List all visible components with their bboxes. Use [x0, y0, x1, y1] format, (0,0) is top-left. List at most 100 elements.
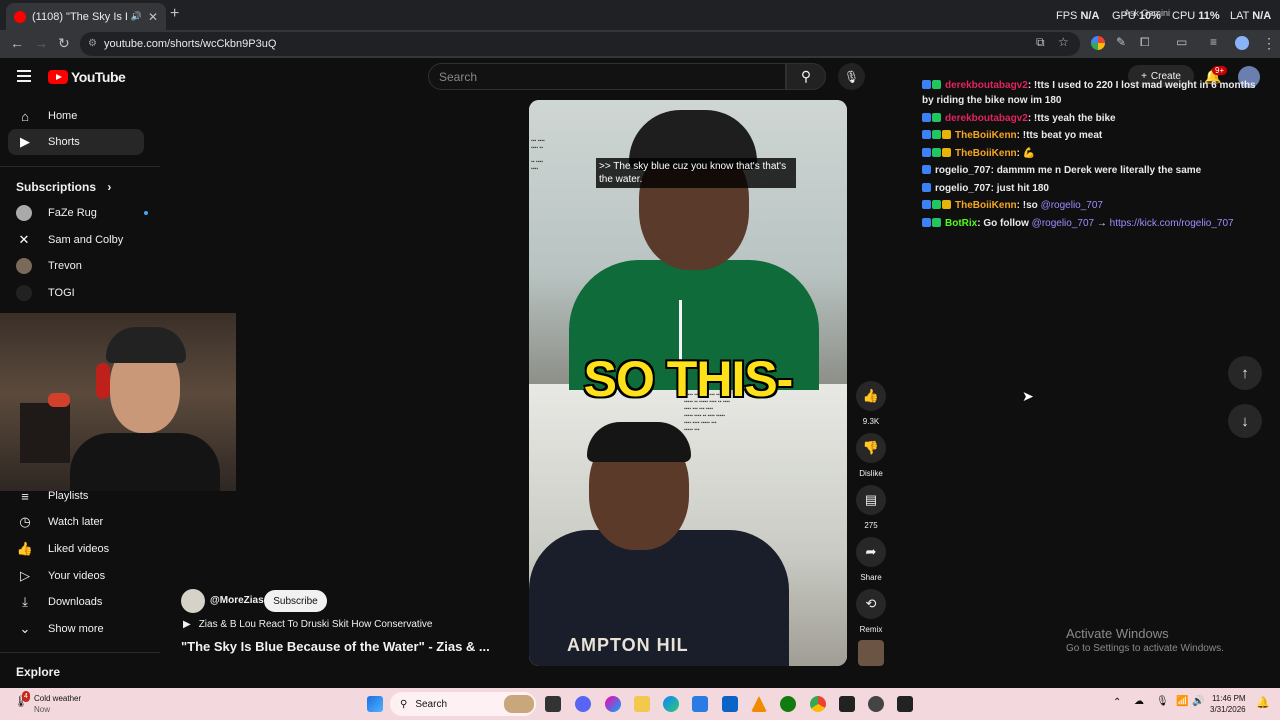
- new-tab-icon[interactable]: +: [170, 5, 179, 23]
- subscribe-button[interactable]: Subscribe: [264, 590, 327, 612]
- youtube-logo[interactable]: YouTube: [48, 69, 126, 85]
- next-video-button[interactable]: ↓: [1228, 404, 1262, 438]
- video-shirt-text: AMPTON HIL: [567, 635, 689, 655]
- video-bg-notes: ▪▪▪ ▪▪▪▪ ▪▪▪▪ ▪▪ ▪▪ ▪▪▪▪ ▪▪▪▪: [531, 138, 545, 172]
- tray-overflow-icon[interactable]: ⌃: [1113, 697, 1121, 708]
- voice-search-button[interactable]: 🎙: [838, 63, 865, 90]
- xbox-icon[interactable]: [780, 696, 796, 712]
- task-view-icon[interactable]: [545, 696, 561, 712]
- notification-count-badge: 9+: [1212, 66, 1228, 75]
- chat-mention[interactable]: @rogelio_707: [1032, 218, 1094, 229]
- chat-username[interactable]: TheBoiiKenn: [955, 148, 1017, 159]
- sidebar-item-liked-videos[interactable]: 👍 Liked videos: [8, 536, 144, 562]
- browser-menu-icon[interactable]: ⋮: [1262, 35, 1276, 52]
- chat-username[interactable]: rogelio_707: [935, 183, 991, 194]
- cloud-icon[interactable]: ☁: [1134, 696, 1144, 707]
- subscription-togi[interactable]: TOGI: [16, 285, 75, 301]
- chat-message: TheBoiiKenn: !so @rogelio_707: [922, 198, 1262, 213]
- notification-center-icon[interactable]: 🔔: [1256, 696, 1270, 709]
- sidebar-item-home[interactable]: ⌂ Home: [8, 103, 144, 129]
- sidebar-item-shorts[interactable]: ▶ Shorts: [8, 129, 144, 155]
- subscription-sam-and-colby[interactable]: ✕ Sam and Colby: [16, 232, 124, 248]
- vlc-icon[interactable]: [751, 696, 767, 712]
- shorts-video-player[interactable]: ▪▪▪ ▪▪▪▪ ▪▪▪▪ ▪▪ ▪▪ ▪▪▪▪ ▪▪▪▪ ▪▪▪▪▪ ▪▪▪ ▪▪▪…: [529, 100, 847, 666]
- sidebar-item-label: Downloads: [48, 596, 103, 608]
- speaker-icon[interactable]: 🔊: [131, 11, 142, 22]
- chat-link[interactable]: https://kick.com/rogelio_707: [1110, 218, 1234, 229]
- extension-color-icon[interactable]: [1091, 36, 1105, 50]
- webcam-cap: [106, 327, 186, 363]
- chat-badge-icon: [942, 200, 951, 209]
- chrome-icon[interactable]: [810, 696, 826, 712]
- channel-handle[interactable]: @MoreZias: [210, 595, 264, 606]
- search-button[interactable]: ⚲: [786, 63, 826, 90]
- mouse-cursor-icon: ➤: [1022, 388, 1034, 404]
- comments-button[interactable]: ▤ 275: [856, 485, 886, 530]
- reload-icon[interactable]: ↻: [58, 35, 70, 52]
- chat-username[interactable]: rogelio_707: [935, 165, 991, 176]
- extension-pen-icon[interactable]: ✎: [1116, 35, 1126, 49]
- search-input[interactable]: Search: [428, 63, 786, 90]
- like-button[interactable]: 👍 9.3K: [856, 381, 886, 426]
- menu-hamburger-icon[interactable]: [17, 70, 31, 82]
- chat-username[interactable]: derekboutabagv2: [945, 113, 1028, 124]
- share-button[interactable]: ➦ Share: [856, 537, 886, 582]
- mic-tray-icon[interactable]: 🎙: [1156, 696, 1169, 707]
- chat-username[interactable]: TheBoiiKenn: [955, 200, 1017, 211]
- microsoft-store-icon[interactable]: [692, 696, 708, 712]
- dislike-button[interactable]: 👎 Dislike: [856, 433, 886, 478]
- sound-thumbnail[interactable]: [858, 640, 884, 666]
- browser-tab[interactable]: (1108) "The Sky Is Blue Beca 🔊 ✕: [6, 3, 166, 30]
- forward-icon[interactable]: →: [34, 35, 48, 51]
- ask-gemini-button[interactable]: Ask Gemini: [1124, 8, 1170, 18]
- outlook-icon[interactable]: [722, 696, 738, 712]
- weather-widget[interactable]: 🌡 4 Cold weather Now: [14, 691, 81, 715]
- taskbar-search[interactable]: ⚲ Search: [390, 692, 536, 716]
- chat-badge-icon: [932, 113, 941, 122]
- profile-icon[interactable]: [1235, 36, 1249, 50]
- fps-readout: FPS N/A: [1056, 10, 1100, 22]
- subscription-faze-rug[interactable]: FaZe Rug: [16, 205, 148, 221]
- channel-avatar[interactable]: [181, 589, 205, 613]
- copilot-icon[interactable]: [605, 696, 621, 712]
- recording-app-icon[interactable]: [868, 696, 884, 712]
- sidebar-item-downloads[interactable]: ⤓ Downloads: [8, 589, 144, 615]
- sidebar-item-show-more[interactable]: ⌄ Show more: [8, 616, 144, 642]
- edge-icon[interactable]: [663, 696, 679, 712]
- thumbs-up-icon: 👍: [856, 381, 886, 411]
- subscriptions-heading[interactable]: Subscriptions ›: [16, 180, 111, 194]
- chat-username[interactable]: BotRix: [945, 218, 977, 229]
- discord-icon[interactable]: [575, 696, 591, 712]
- video-title[interactable]: "The Sky Is Blue Because of the Water" -…: [181, 639, 490, 654]
- epic-games-2-icon[interactable]: [897, 696, 913, 712]
- back-icon[interactable]: ←: [10, 35, 24, 51]
- previous-video-button[interactable]: ↑: [1228, 356, 1262, 390]
- windows-start-icon[interactable]: [367, 696, 383, 712]
- side-panel-icon[interactable]: ▭: [1176, 35, 1187, 49]
- chat-badge-icon: [932, 218, 941, 227]
- sidebar-item-your-videos[interactable]: ▷ Your videos: [8, 563, 144, 589]
- site-info-icon[interactable]: ⚙: [88, 38, 97, 49]
- wifi-icon[interactable]: 📶: [1176, 696, 1188, 707]
- reading-list-icon[interactable]: ≡: [1210, 35, 1217, 49]
- chat-username[interactable]: derekboutabagv2: [945, 80, 1028, 91]
- extensions-puzzle-icon[interactable]: ⧠: [1140, 35, 1150, 50]
- chat-mention[interactable]: @rogelio_707: [1041, 200, 1103, 211]
- chat-username[interactable]: TheBoiiKenn: [955, 130, 1017, 141]
- address-bar-row: ← → ↻ ⚙ youtube.com/shorts/wcCkbn9P3uQ ⧉…: [0, 30, 1280, 58]
- sidebar-item-watch-later[interactable]: ◷ Watch later: [8, 509, 144, 535]
- volume-icon[interactable]: 🔊: [1192, 696, 1204, 707]
- file-explorer-icon[interactable]: [634, 696, 650, 712]
- install-app-icon[interactable]: ⧉: [1036, 35, 1045, 50]
- music-link[interactable]: ▶ Zias & B Lou React To Druski Skit How …: [183, 619, 433, 630]
- close-tab-icon[interactable]: ✕: [148, 10, 158, 24]
- webcam-background-shelf: [20, 403, 70, 463]
- bookmark-star-icon[interactable]: ☆: [1058, 35, 1069, 49]
- remix-button[interactable]: ⟲ Remix: [856, 589, 886, 634]
- taskbar-clock[interactable]: 11:46 PM 3/31/2026: [1210, 693, 1246, 715]
- url-field[interactable]: ⚙ youtube.com/shorts/wcCkbn9P3uQ: [80, 32, 1080, 56]
- chat-text: : !tts yeah the bike: [1027, 113, 1116, 124]
- subscription-trevon[interactable]: Trevon: [16, 258, 82, 274]
- epic-games-icon[interactable]: [839, 696, 855, 712]
- search-icon: ⚲: [800, 68, 812, 84]
